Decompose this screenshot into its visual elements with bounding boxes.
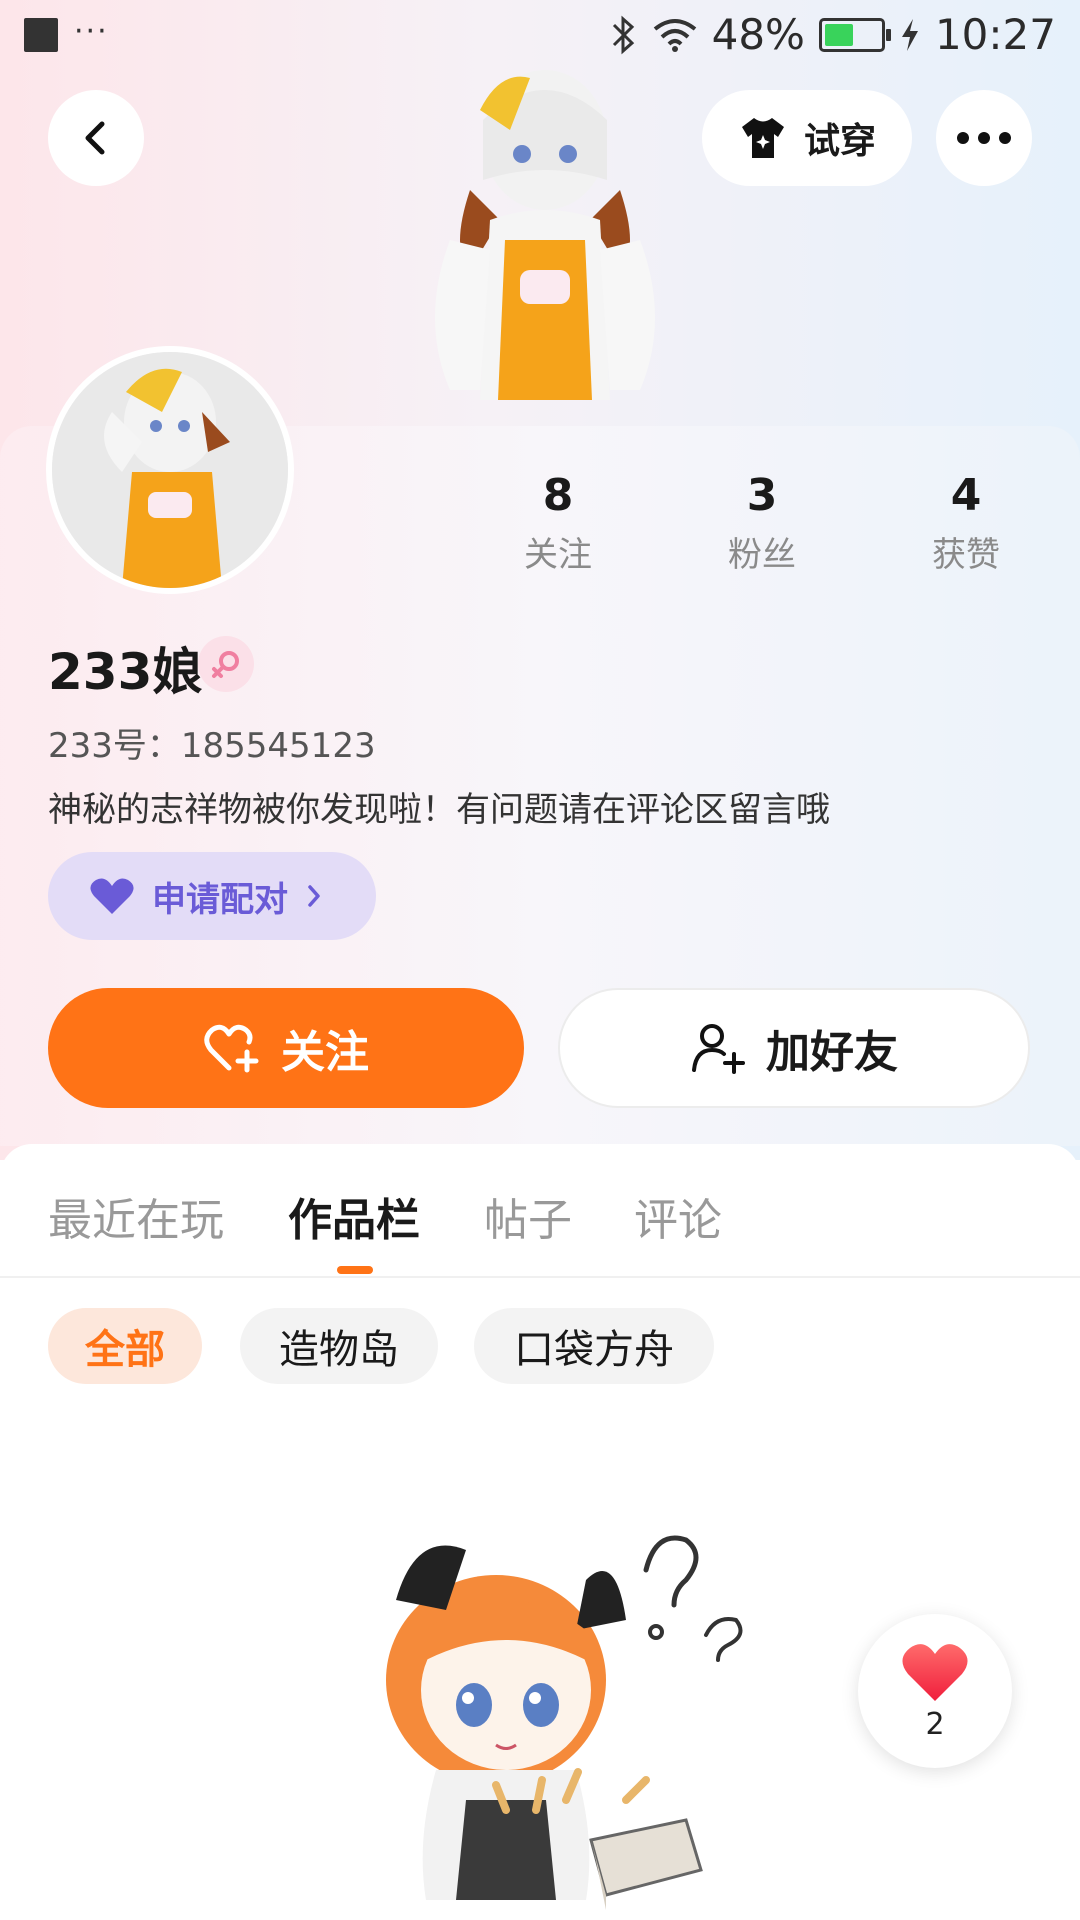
add-friend-label: 加好友 xyxy=(766,1027,898,1078)
shirt-icon xyxy=(741,118,784,158)
empty-state-illustration xyxy=(386,1535,743,1910)
stat-value: 8 xyxy=(542,470,574,521)
apply-pair-label: 申请配对 xyxy=(152,879,288,920)
apply-pair-button[interactable]: 申请配对 xyxy=(48,852,376,940)
status-bar: ··· 48% 10:27 xyxy=(0,0,1080,70)
tab-comments[interactable]: 评论 xyxy=(634,1184,722,1248)
character-3d-image xyxy=(435,70,655,400)
notification-icon xyxy=(24,18,58,52)
profile-name: 233娘 xyxy=(48,643,203,701)
avatar-character-image xyxy=(52,352,288,588)
wifi-icon xyxy=(653,18,696,52)
chevron-right-icon xyxy=(308,885,320,907)
filter-all[interactable]: 全部 xyxy=(48,1308,202,1384)
bio: 神秘的志祥物被你发现啦！有问题请在评论区留言哦 xyxy=(48,790,830,830)
follow-label: 关注 xyxy=(281,1027,369,1078)
like-count: 2 xyxy=(925,1706,945,1742)
female-icon xyxy=(198,636,254,692)
tab-recently-played[interactable]: 最近在玩 xyxy=(48,1184,224,1248)
user-id: 233号：185545123 xyxy=(48,726,376,766)
stat-label: 关注 xyxy=(524,535,592,575)
more-notifications: ··· xyxy=(74,14,109,49)
like-floating-button[interactable]: 2 xyxy=(858,1614,1012,1768)
heart-icon xyxy=(90,878,134,914)
clock: 10:27 xyxy=(934,10,1056,59)
bluetooth-icon xyxy=(612,15,634,54)
heart-icon xyxy=(902,1643,968,1701)
charging-icon xyxy=(901,18,918,51)
tab-works[interactable]: 作品栏 xyxy=(288,1184,420,1248)
stat-value: 3 xyxy=(746,470,778,521)
try-on-label: 试穿 xyxy=(803,121,876,162)
battery-percent: 48% xyxy=(711,10,805,59)
back-button[interactable] xyxy=(48,90,144,186)
filter-creation-island[interactable]: 造物岛 xyxy=(240,1308,438,1384)
more-button[interactable] xyxy=(936,90,1032,186)
stat-label: 粉丝 xyxy=(728,535,796,575)
chevron-left-icon xyxy=(85,121,105,155)
tab-indicator xyxy=(337,1266,373,1274)
add-user-icon xyxy=(692,1024,745,1074)
heart-plus-icon xyxy=(204,1024,259,1073)
stat-fans[interactable]: 3 粉丝 xyxy=(692,470,832,576)
stat-likes[interactable]: 4 获赞 xyxy=(896,470,1036,576)
try-on-button[interactable]: 试穿 xyxy=(702,90,912,186)
stat-label: 获赞 xyxy=(932,535,1000,575)
add-friend-button[interactable]: 加好友 xyxy=(558,988,1030,1108)
follow-button[interactable]: 关注 xyxy=(48,988,524,1108)
tab-divider xyxy=(0,1276,1080,1278)
avatar[interactable] xyxy=(46,346,294,594)
filter-pocket-ark[interactable]: 口袋方舟 xyxy=(474,1308,714,1384)
battery-icon xyxy=(818,17,891,52)
tab-posts[interactable]: 帖子 xyxy=(484,1184,572,1248)
more-dots-icon xyxy=(957,132,1011,144)
stat-value: 4 xyxy=(950,470,982,521)
stat-following[interactable]: 8 关注 xyxy=(488,470,628,576)
